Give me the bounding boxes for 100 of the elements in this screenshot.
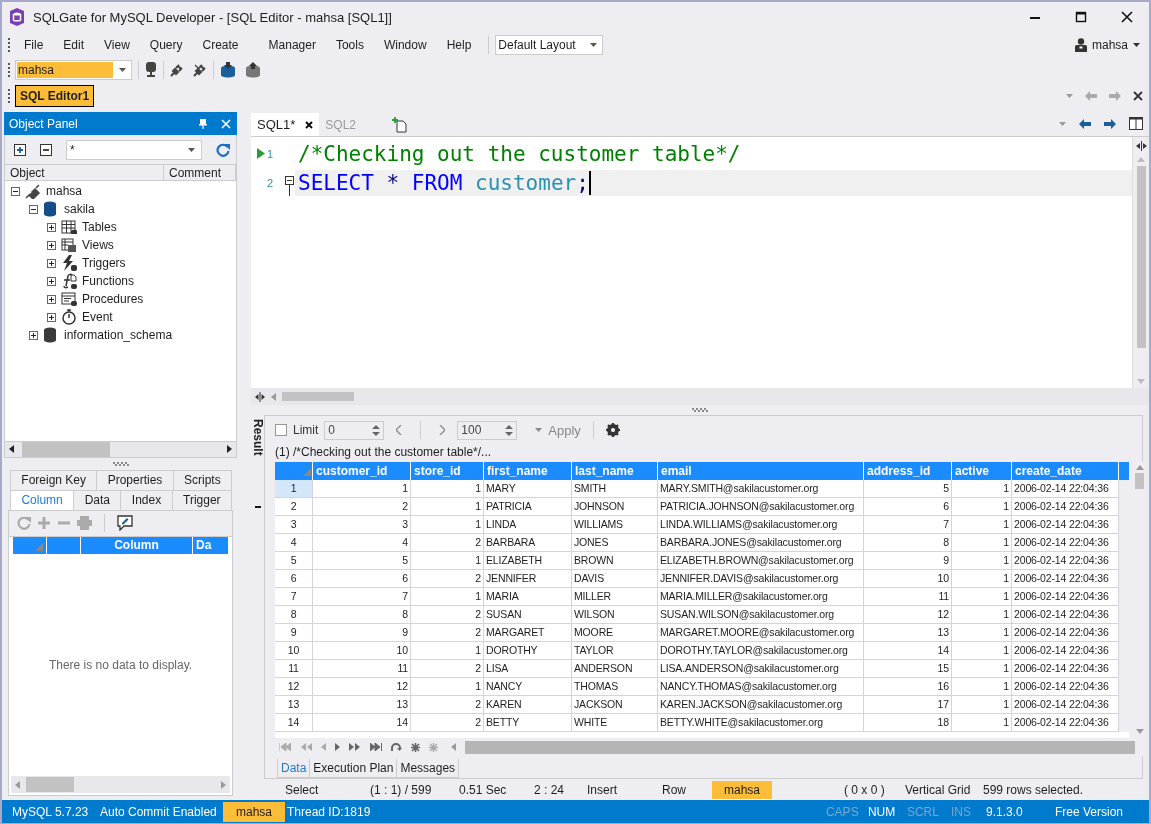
back-arrow-icon[interactable] — [1079, 118, 1091, 129]
row-header[interactable]: 6 — [275, 570, 313, 588]
scroll-right-icon[interactable] — [227, 445, 232, 453]
tree-item[interactable]: sakila — [64, 202, 95, 216]
menu-item[interactable]: Edit — [54, 35, 94, 54]
splitter-grip-icon[interactable] — [692, 408, 708, 412]
row-header[interactable]: 7 — [275, 588, 313, 606]
scroll-thumb[interactable] — [22, 441, 110, 457]
new-tab-icon[interactable] — [392, 117, 408, 133]
tree-item[interactable]: Event — [82, 310, 113, 324]
database-download-icon[interactable] — [220, 61, 236, 78]
page-size-field[interactable]: 100 — [457, 420, 518, 440]
database-plug-icon[interactable] — [145, 61, 157, 78]
collapse-all-icon[interactable] — [40, 143, 52, 156]
menu-item[interactable]: Query — [140, 35, 192, 54]
disconnect-icon[interactable] — [193, 62, 207, 77]
pin-icon[interactable] — [199, 118, 207, 129]
horizontal-scrollbar[interactable] — [251, 388, 1149, 405]
tree-item[interactable]: Procedures — [82, 292, 144, 306]
forward-arrow-icon[interactable] — [1104, 118, 1116, 129]
row-header[interactable]: 9 — [275, 624, 313, 642]
expand-toggle-icon[interactable] — [47, 258, 56, 268]
tree-item[interactable]: Functions — [82, 274, 135, 288]
result-tab[interactable]: Data — [277, 759, 311, 778]
connect-icon[interactable] — [170, 62, 184, 77]
menu-item[interactable]: View — [95, 35, 139, 54]
menu-item[interactable]: Help — [437, 35, 481, 54]
tree-item[interactable]: Triggers — [82, 256, 126, 270]
split-handle-icon[interactable] — [255, 391, 265, 402]
settings-icon[interactable] — [605, 423, 620, 437]
row-header[interactable]: 1 — [275, 480, 313, 498]
document-tab[interactable]: SQL Editor1 — [15, 84, 95, 107]
last-page-icon[interactable] — [370, 743, 382, 751]
next-page-icon[interactable] — [439, 425, 446, 435]
menu-item[interactable]: Create — [193, 35, 248, 54]
expand-all-icon[interactable] — [14, 143, 26, 156]
panel-tab[interactable]: Scripts — [172, 469, 232, 490]
menu-item[interactable]: Window — [374, 35, 436, 54]
refresh-icon[interactable] — [391, 742, 402, 752]
close-icon[interactable] — [305, 120, 314, 129]
expand-toggle-icon[interactable] — [47, 222, 56, 232]
panel-tab[interactable]: Properties — [96, 469, 174, 490]
scroll-left-icon[interactable] — [9, 445, 14, 453]
row-header[interactable]: 13 — [275, 696, 313, 714]
vertical-scrollbar[interactable] — [1132, 137, 1149, 388]
row-header[interactable]: 12 — [275, 678, 313, 696]
database-upload-icon[interactable] — [245, 61, 261, 78]
limit-checkbox[interactable] — [275, 424, 287, 436]
close-icon[interactable] — [1119, 9, 1135, 25]
row-header[interactable]: 10 — [275, 642, 313, 660]
tree-item[interactable]: information_schema — [64, 328, 173, 342]
previous-page-icon[interactable] — [396, 425, 403, 435]
split-view-icon[interactable] — [1129, 117, 1143, 130]
user-name[interactable]: mahsa — [1091, 37, 1128, 52]
expand-toggle-icon[interactable] — [47, 240, 56, 250]
fold-toggle-icon[interactable] — [285, 176, 294, 196]
connection-select[interactable]: mahsa — [15, 59, 132, 80]
panel-tab[interactable]: Foreign Key — [10, 469, 98, 490]
scroll-thumb[interactable] — [1136, 166, 1146, 348]
grip-handle[interactable] — [8, 87, 11, 104]
next-row-icon[interactable] — [335, 743, 340, 751]
row-header[interactable]: 2 — [275, 498, 313, 516]
expand-toggle-icon[interactable] — [47, 276, 56, 286]
menu-item[interactable]: File — [15, 35, 53, 54]
collapse-toggle-icon[interactable] — [11, 186, 20, 196]
collapse-icon[interactable] — [254, 505, 261, 508]
expand-toggle-icon[interactable] — [47, 294, 56, 304]
row-header[interactable]: 5 — [275, 552, 313, 570]
scroll-thumb[interactable] — [1135, 473, 1144, 489]
comment-icon[interactable] — [117, 515, 133, 531]
scroll-thumb[interactable] — [26, 777, 74, 792]
split-handle-icon[interactable] — [1135, 141, 1147, 151]
row-header[interactable]: 8 — [275, 606, 313, 624]
grip-handle[interactable] — [8, 36, 11, 53]
filter-combo[interactable]: * — [66, 139, 202, 160]
grip-handle[interactable] — [8, 61, 11, 78]
splitter-grip-icon[interactable] — [112, 461, 129, 466]
result-tab[interactable]: Messages — [396, 759, 460, 778]
expand-toggle-icon[interactable] — [47, 312, 56, 322]
collapse-toggle-icon[interactable] — [29, 204, 38, 214]
menu-item[interactable]: Manager — [259, 35, 325, 54]
editor-tab[interactable]: SQL1* — [251, 113, 320, 136]
horizontal-scrollbar[interactable] — [11, 776, 230, 793]
row-header[interactable]: 14 — [275, 714, 313, 732]
next-page-icon[interactable] — [349, 743, 361, 751]
tree-item[interactable]: mahsa — [46, 184, 83, 198]
menu-item[interactable]: Tools — [326, 35, 373, 54]
horizontal-scrollbar[interactable] — [465, 740, 1135, 754]
refresh-icon[interactable] — [216, 142, 230, 157]
asterisk-icon[interactable] — [411, 742, 420, 752]
tree-item[interactable]: Views — [82, 238, 114, 252]
maximize-icon[interactable] — [1073, 9, 1089, 25]
row-header[interactable]: 11 — [275, 660, 313, 678]
close-icon[interactable] — [1133, 90, 1143, 101]
panel-tab[interactable]: Column — [10, 489, 75, 510]
tree-item[interactable]: Tables — [82, 220, 117, 234]
limit-field[interactable]: 0 — [324, 420, 385, 440]
layout-select[interactable]: Default Layout — [495, 34, 604, 55]
expand-toggle-icon[interactable] — [29, 330, 38, 340]
row-header[interactable]: 4 — [275, 534, 313, 552]
